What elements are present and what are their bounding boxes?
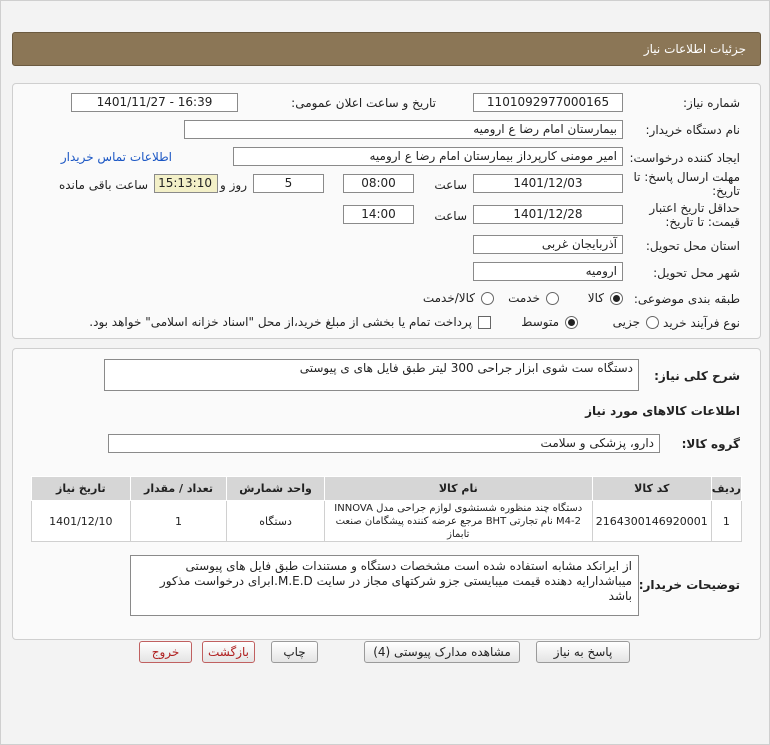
province-label: استان محل تحویل: — [645, 239, 740, 253]
category-radio-service[interactable] — [546, 292, 559, 305]
cell-name: دستگاه چند منظوره شستشوی لوازم جراحی مدل… — [323, 500, 593, 542]
validity-label-line2: قیمت: تا تاریخ: — [665, 215, 740, 229]
buyer-notes-label: توضیحات خریدار: — [638, 578, 740, 592]
col-row: ردیف — [710, 476, 743, 501]
cell-qty: 1 — [129, 500, 228, 542]
deadline-label-line2: تاریخ: — [712, 184, 740, 198]
city-field: ارومیه — [473, 262, 623, 281]
process-option-minor: جزیی — [612, 315, 640, 329]
col-unit: واحد شمارش — [226, 476, 325, 501]
validity-date-field: 1401/12/28 — [473, 205, 623, 224]
creator-label: ایجاد کننده درخواست: — [629, 151, 740, 165]
announce-field: 1401/11/27 - 16:39 — [71, 93, 238, 112]
need-number-label: شماره نیاز: — [683, 96, 740, 110]
days-remaining-field: 5 — [253, 174, 324, 193]
process-radio-medium[interactable] — [565, 316, 578, 329]
buyer-notes-line1: از ایرانکد مشابه استفاده شده است مشخصات … — [185, 559, 633, 573]
need-number-field: 1101092977000165 — [473, 93, 623, 112]
creator-field: امیر مومنی کارپرداز بیمارستان امام رضا ع… — [233, 147, 623, 166]
category-radio-goods-service[interactable] — [481, 292, 494, 305]
remaining-time-field: 15:13:10 — [154, 174, 218, 193]
goods-group-label: گروه کالا: — [681, 437, 740, 451]
col-code: کد کالا — [591, 476, 712, 501]
need-details-panel: شرح کلی نیاز: دستگاه ست شوی ابزار جراحی … — [12, 348, 761, 640]
deadline-time-field: 08:00 — [343, 174, 414, 193]
summary-field: دستگاه ست شوی ابزار جراحی 300 لیتر طبق ف… — [104, 359, 639, 391]
goods-table-header: ردیف کد کالا نام کالا واحد شمارش تعداد /… — [31, 476, 743, 501]
buyer-notes-line2: میباشدارایه دهنده قیمت میبایستی جزو شرکت… — [159, 574, 632, 603]
buyer-label: نام دستگاه خریدار: — [645, 123, 741, 137]
table-row: 1 2164300146920001 دستگاه چند منظوره شست… — [31, 500, 743, 542]
goods-table: ردیف کد کالا نام کالا واحد شمارش تعداد /… — [31, 476, 743, 542]
deadline-date-field: 1401/12/03 — [473, 174, 623, 193]
category-option-service: خدمت — [508, 291, 540, 305]
attachments-button[interactable]: مشاهده مدارک پیوستی (4) — [364, 641, 520, 663]
col-qty: تعداد / مقدار — [129, 476, 228, 501]
goods-info-title: اطلاعات کالاهای مورد نیاز — [585, 404, 740, 418]
announce-label: تاریخ و ساعت اعلان عمومی: — [291, 96, 436, 110]
remaining-label: ساعت باقی مانده — [58, 178, 148, 192]
page-header: جزئیات اطلاعات نیاز — [12, 32, 761, 66]
back-button[interactable]: بازگشت — [202, 641, 255, 663]
exit-button[interactable]: خروج — [139, 641, 192, 663]
process-option-medium: متوسط — [521, 315, 559, 329]
validity-time-label: ساعت — [434, 209, 467, 223]
province-field: آذربایجان غربی — [473, 235, 623, 254]
days-label: روز و — [220, 178, 247, 192]
cell-row: 1 — [710, 500, 743, 542]
summary-label: شرح کلی نیاز: — [654, 369, 740, 383]
deadline-time-label: ساعت — [434, 178, 467, 192]
page-title: جزئیات اطلاعات نیاز — [643, 42, 746, 56]
treasury-payment-checkbox[interactable] — [478, 316, 491, 329]
deadline-label-line1: مهلت ارسال پاسخ: تا — [633, 170, 740, 184]
category-label: طبقه بندی موضوعی: — [633, 292, 740, 306]
category-option-goods: کالا — [587, 291, 604, 305]
col-name: نام کالا — [323, 476, 593, 501]
cell-date: 1401/12/10 — [31, 500, 131, 542]
need-info-panel: شماره نیاز: 1101092977000165 تاریخ و ساع… — [12, 83, 761, 339]
validity-label-line1: حداقل تاریخ اعتبار — [649, 201, 740, 215]
page: جزئیات اطلاعات نیاز شماره نیاز: 11010929… — [0, 0, 770, 745]
cell-unit: دستگاه — [226, 500, 325, 542]
buyer-contact-link[interactable]: اطلاعات تماس خریدار — [61, 150, 172, 164]
goods-group-field: دارو، پزشکی و سلامت — [108, 434, 660, 453]
city-label: شهر محل تحویل: — [653, 266, 740, 280]
buyer-notes-box: از ایرانکد مشابه استفاده شده است مشخصات … — [130, 555, 639, 616]
col-date: تاریخ نیاز — [31, 476, 131, 501]
category-radio-goods[interactable] — [610, 292, 623, 305]
buyer-field: بیمارستان امام رضا ع ارومیه — [184, 120, 623, 139]
cell-code: 2164300146920001 — [591, 500, 712, 542]
reply-button[interactable]: پاسخ به نیاز — [536, 641, 630, 663]
process-label: نوع فرآیند خرید : — [655, 316, 740, 330]
print-button[interactable]: چاپ — [271, 641, 318, 663]
process-radio-minor[interactable] — [646, 316, 659, 329]
treasury-payment-note: پرداخت تمام یا بخشی از مبلغ خرید،از محل … — [89, 315, 472, 329]
category-option-goods-service: کالا/خدمت — [422, 291, 475, 305]
validity-time-field: 14:00 — [343, 205, 414, 224]
